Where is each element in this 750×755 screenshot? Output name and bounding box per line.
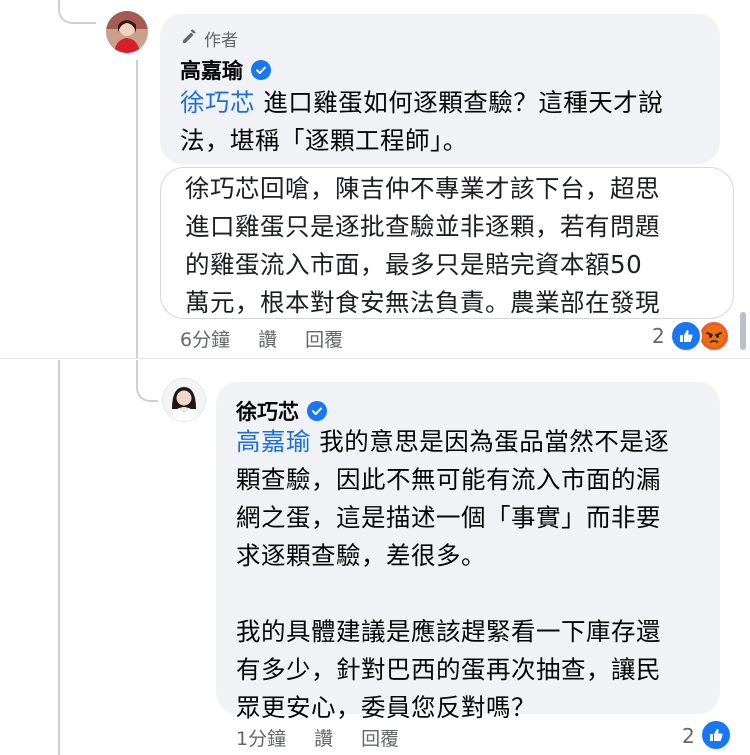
like-icon[interactable] bbox=[670, 320, 702, 352]
author-badge-label: 作者 bbox=[204, 31, 238, 51]
like-button[interactable]: 讚 bbox=[258, 325, 277, 352]
scrollbar-thumb[interactable] bbox=[740, 312, 746, 350]
thread-line bbox=[58, 360, 60, 755]
comment-text-line: 眾更安心，委員您反對嗎？ bbox=[236, 693, 536, 722]
reaction-count[interactable]: 2 bbox=[682, 724, 695, 748]
quoted-text-line: 徐巧芯回嗆，陳吉仲不專業才該下台，超思 bbox=[185, 174, 660, 203]
comment-text-line: 進口雞蛋如何逐顆查驗？這種天才說 bbox=[255, 88, 664, 117]
commenter-name-text[interactable]: 徐巧芯 bbox=[236, 396, 299, 426]
comment-text-line: 法，堪稱「逐顆工程師」。 bbox=[180, 126, 468, 155]
quoted-text-line: 萬元，根本對食安無法負責。農業部在發現 bbox=[185, 288, 660, 317]
thread-connector bbox=[58, 0, 96, 24]
thread-line bbox=[136, 60, 138, 358]
comment-text-line: 我的意思是因為蛋品當然不是逐 bbox=[311, 427, 670, 456]
comment-text-line: 有多少，針對巴西的蛋再次抽查，讓民 bbox=[236, 655, 661, 684]
angry-icon[interactable] bbox=[698, 320, 730, 352]
commenter-name-text[interactable]: 高嘉瑜 bbox=[180, 55, 243, 85]
comment-text-line: 求逐顆查驗，差很多。 bbox=[236, 541, 486, 570]
reply-button[interactable]: 回覆 bbox=[305, 325, 343, 352]
reaction-count[interactable]: 2 bbox=[652, 324, 665, 348]
avatar[interactable] bbox=[162, 378, 206, 422]
like-icon[interactable] bbox=[700, 719, 732, 751]
author-badge: 作者 bbox=[180, 26, 238, 51]
comment-text-line: 我的具體建議是應該趕緊看一下庫存還 bbox=[236, 617, 661, 646]
timestamp[interactable]: 6分鐘 bbox=[180, 325, 230, 352]
like-button[interactable]: 讚 bbox=[314, 724, 333, 751]
author-photo bbox=[106, 11, 148, 53]
comment-actions: 1分鐘 讚 回覆 bbox=[236, 724, 427, 751]
thread-connector bbox=[136, 360, 158, 402]
divider bbox=[0, 358, 750, 359]
reply-button[interactable]: 回覆 bbox=[361, 724, 399, 751]
quoted-text-line: 的雞蛋流入市面，最多只是賠完資本額50 bbox=[185, 250, 643, 279]
comment-text: 徐巧芯 進口雞蛋如何逐顆查驗？這種天才說 法，堪稱「逐顆工程師」。 bbox=[180, 84, 710, 160]
quoted-text-line: 進口雞蛋只是逐批查驗並非逐顆，若有問題 bbox=[185, 212, 660, 241]
mention-link[interactable]: 高嘉瑜 bbox=[236, 427, 311, 456]
comment-actions: 6分鐘 讚 回覆 bbox=[180, 325, 371, 352]
timestamp[interactable]: 1分鐘 bbox=[236, 724, 286, 751]
commenter-name[interactable]: 高嘉瑜 bbox=[180, 55, 271, 85]
quoted-text: 徐巧芯回嗆，陳吉仲不專業才該下台，超思 進口雞蛋只是逐批查驗並非逐顆，若有問題 … bbox=[185, 170, 725, 318]
pencil-icon bbox=[180, 27, 198, 50]
quoted-text-box[interactable]: 徐巧芯回嗆，陳吉仲不專業才該下台，超思 進口雞蛋只是逐批查驗並非逐顆，若有問題 … bbox=[160, 167, 734, 319]
comment-text-line: 網之蛋，這是描述一個「事實」而非要 bbox=[236, 503, 661, 532]
commenter-name[interactable]: 徐巧芯 bbox=[236, 396, 327, 426]
comment-text: 高嘉瑜 我的意思是因為蛋品當然不是逐 顆查驗，因此不無可能有流入市面的漏 網之蛋… bbox=[236, 423, 716, 727]
verified-icon bbox=[307, 401, 327, 421]
avatar[interactable] bbox=[106, 11, 148, 53]
mention-link[interactable]: 徐巧芯 bbox=[180, 88, 255, 117]
reply-author-photo bbox=[163, 379, 205, 421]
comment-text-line: 顆查驗，因此不無可能有流入市面的漏 bbox=[236, 465, 661, 494]
verified-icon bbox=[251, 60, 271, 80]
